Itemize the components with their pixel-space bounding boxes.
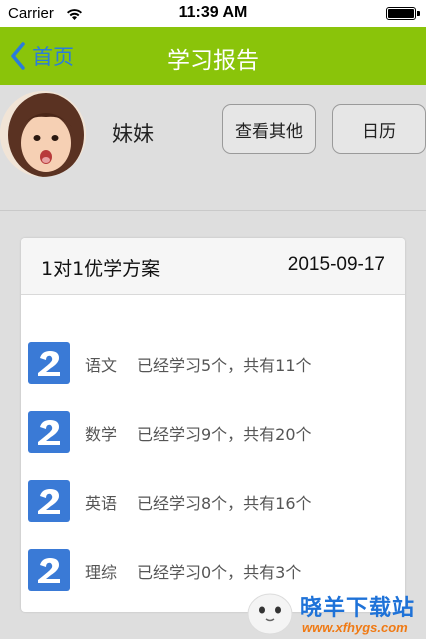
- watermark: 晓羊下载站 www.xfhygs.com: [244, 586, 426, 639]
- subject-progress: 已经学习0个，共有3个: [137, 563, 302, 582]
- avatar[interactable]: [0, 91, 86, 177]
- battery-icon: [386, 7, 420, 20]
- navigation-bar: 首页 学习报告: [0, 27, 426, 85]
- sheep-logo-icon: [247, 593, 293, 635]
- subject-progress: 已经学习8个，共有16个: [137, 494, 312, 513]
- list-item-english[interactable]: 英语 已经学习8个，共有16个: [28, 480, 388, 522]
- list-item-math[interactable]: 数学 已经学习9个，共有20个: [28, 411, 388, 453]
- watermark-text: 晓羊下载站: [300, 596, 416, 621]
- card-header: 1对1优学方案 2015-09-17: [21, 238, 405, 295]
- subject-name: 数学: [85, 425, 118, 444]
- watermark-url: www.xfhygs.com: [302, 620, 408, 635]
- subject-name: 英语: [85, 494, 118, 513]
- report-date: 2015-09-17: [287, 254, 385, 275]
- subject-icon: [28, 549, 70, 591]
- list-item-science[interactable]: 理综 已经学习0个，共有3个: [28, 549, 388, 591]
- list-item-chinese[interactable]: 语文 已经学习5个，共有11个: [28, 342, 388, 384]
- page-title: 学习报告: [167, 48, 259, 74]
- plan-title: 1对1优学方案: [41, 258, 161, 280]
- subject-name: 语文: [85, 356, 118, 375]
- subject-icon: [28, 411, 70, 453]
- subject-progress: 已经学习9个，共有20个: [137, 425, 312, 444]
- report-card: 1对1优学方案 2015-09-17 语文 已经学习5个，共有11个 数学 已经…: [21, 238, 405, 612]
- view-others-button[interactable]: 查看其他: [222, 104, 316, 154]
- profile-name: 妹妹: [112, 122, 154, 146]
- subject-icon: [28, 480, 70, 522]
- profile-section: 妹妹 查看其他 日历: [0, 85, 426, 211]
- clock: 11:39 AM: [178, 4, 248, 21]
- subject-progress: 已经学习5个，共有11个: [137, 356, 312, 375]
- subject-icon: [28, 342, 70, 384]
- subject-name: 理综: [85, 563, 118, 582]
- calendar-button[interactable]: 日历: [332, 104, 426, 154]
- avatar-image: [0, 91, 86, 177]
- status-bar: Carrier 11:39 AM: [0, 0, 426, 27]
